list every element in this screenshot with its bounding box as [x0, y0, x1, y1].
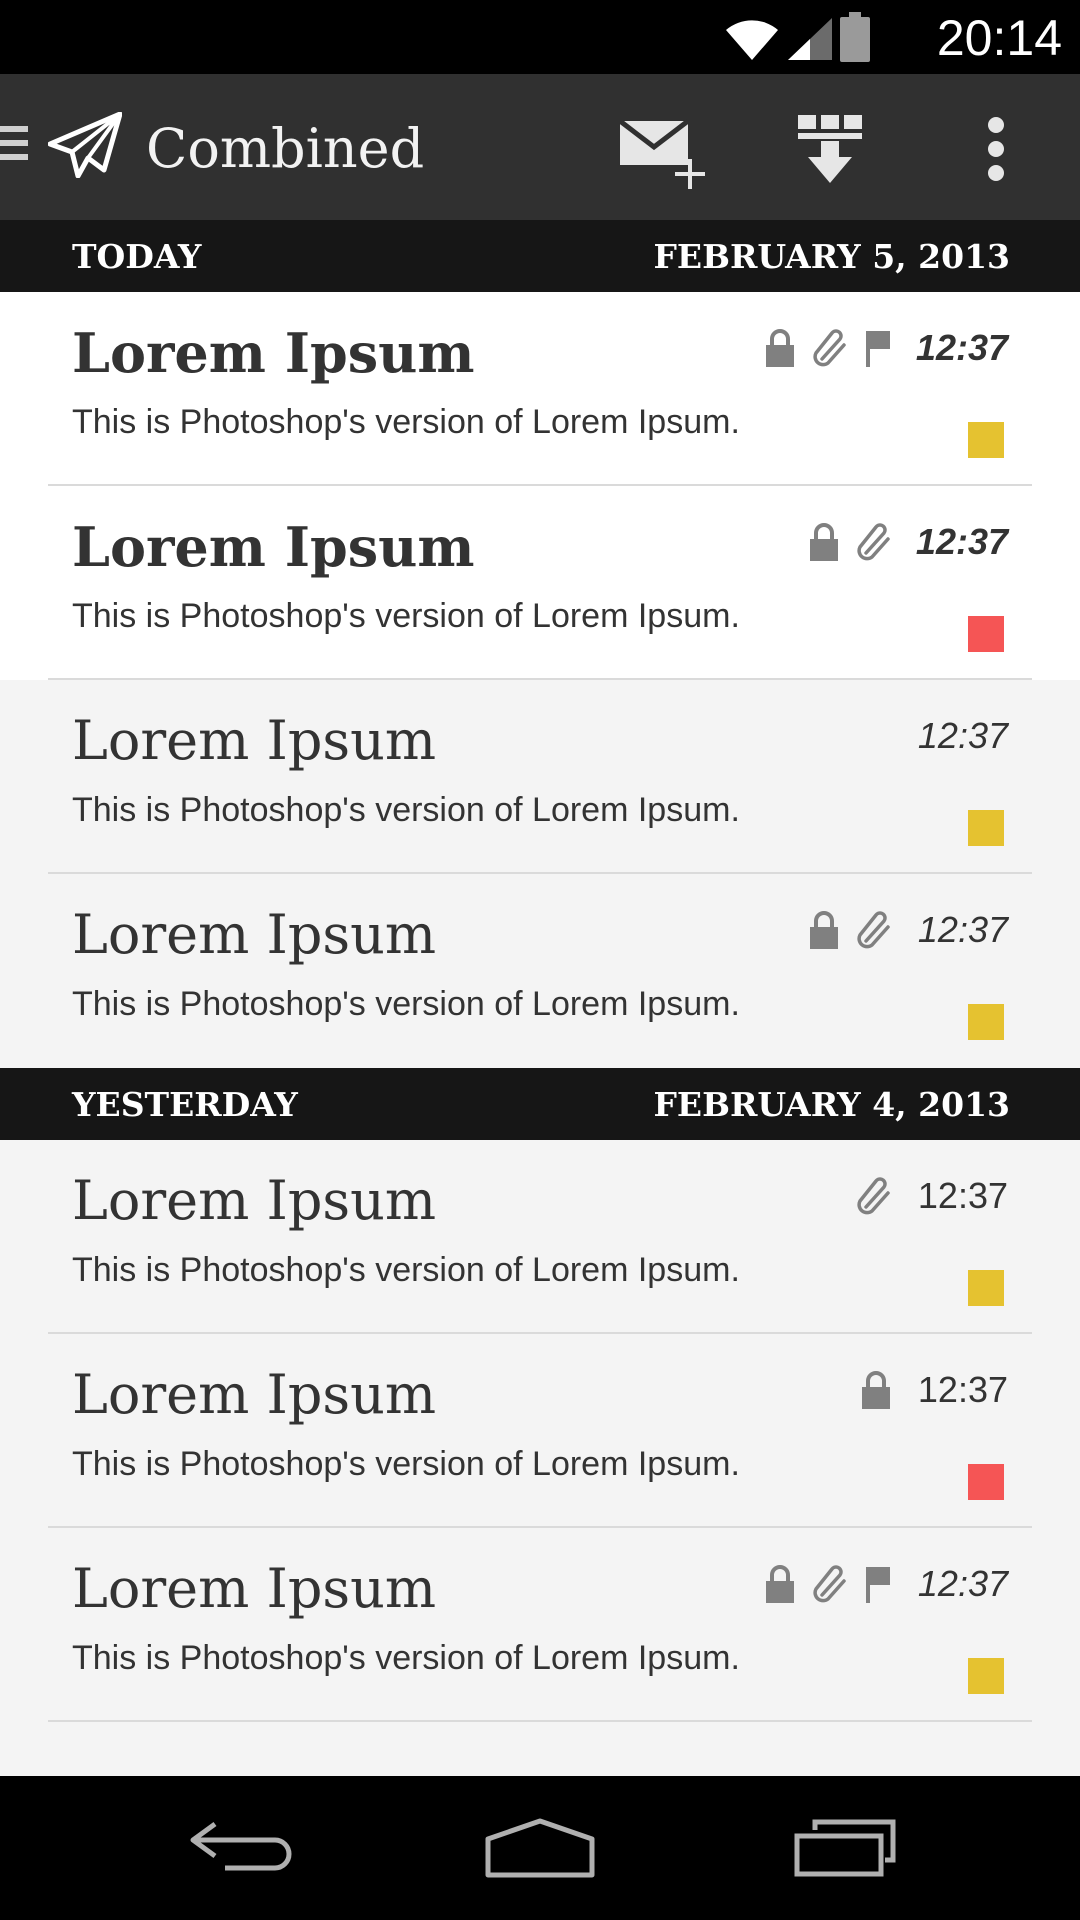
- message-subject: Lorem Ipsum: [72, 515, 475, 579]
- recents-icon: [794, 1819, 896, 1877]
- lock-icon: [766, 329, 794, 367]
- back-icon: [190, 1821, 292, 1871]
- message-item[interactable]: Lorem Ipsum This is Photoshop's version …: [0, 486, 1080, 680]
- drawer-indicator-icon[interactable]: [0, 126, 28, 168]
- message-icons: [764, 328, 892, 368]
- message-item[interactable]: Lorem Ipsum This is Photoshop's version …: [0, 292, 1080, 486]
- status-time: 20:14: [936, 10, 1062, 66]
- flag-icon: [866, 1567, 890, 1603]
- message-preview: This is Photoshop's version of Lorem Ips…: [72, 1251, 740, 1289]
- section-date: FEBRUARY 5, 2013: [653, 237, 1010, 276]
- message-item[interactable]: Lorem Ipsum This is Photoshop's version …: [0, 680, 1080, 874]
- section-header-yesterday: YESTERDAY FEBRUARY 4, 2013: [0, 1068, 1080, 1140]
- back-button[interactable]: [170, 1812, 310, 1884]
- paperclip-icon: [813, 329, 846, 367]
- color-tag: [968, 1004, 1004, 1040]
- status-icons: [724, 10, 870, 62]
- message-preview: This is Photoshop's version of Lorem Ips…: [72, 791, 740, 829]
- color-tag: [968, 616, 1004, 652]
- message-icons: [808, 522, 892, 562]
- message-icons: [860, 1370, 892, 1410]
- section-header-today: TODAY FEBRUARY 5, 2013: [0, 220, 1080, 292]
- navigation-bar: [0, 1776, 1080, 1920]
- paper-plane-icon[interactable]: [48, 112, 122, 178]
- color-tag: [968, 810, 1004, 846]
- home-button[interactable]: [470, 1812, 610, 1884]
- page-title: Combined: [146, 117, 425, 180]
- download-icon: [798, 115, 862, 183]
- section-date: FEBRUARY 4, 2013: [653, 1085, 1010, 1124]
- message-preview: This is Photoshop's version of Lorem Ips…: [72, 597, 740, 635]
- message-item[interactable]: Lorem Ipsum This is Photoshop's version …: [0, 1528, 1080, 1722]
- message-time: 12:37: [917, 1563, 1008, 1604]
- home-icon: [485, 1818, 595, 1878]
- message-preview: This is Photoshop's version of Lorem Ips…: [72, 1639, 740, 1677]
- message-subject: Lorem Ipsum: [72, 1363, 437, 1426]
- message-subject: Lorem Ipsum: [72, 1557, 437, 1620]
- message-subject: Lorem Ipsum: [72, 903, 437, 966]
- color-tag: [968, 422, 1004, 458]
- message-time: 12:37: [917, 909, 1008, 950]
- message-icons: [808, 910, 892, 950]
- message-icons: [764, 1564, 892, 1604]
- paperclip-icon: [857, 911, 890, 949]
- recents-button[interactable]: [775, 1812, 915, 1884]
- message-time: 12:37: [915, 521, 1008, 562]
- lock-icon: [862, 1371, 890, 1409]
- message-time: 12:37: [917, 1175, 1008, 1216]
- color-tag: [968, 1464, 1004, 1500]
- message-preview: This is Photoshop's version of Lorem Ips…: [72, 403, 740, 441]
- message-item[interactable]: Lorem Ipsum This is Photoshop's version …: [0, 1334, 1080, 1528]
- section-label: TODAY: [72, 237, 202, 276]
- message-item[interactable]: Lorem Ipsum This is Photoshop's version …: [0, 874, 1080, 1068]
- download-button[interactable]: [778, 104, 882, 194]
- paperclip-icon: [813, 1565, 846, 1603]
- flag-icon: [866, 331, 890, 367]
- message-preview: This is Photoshop's version of Lorem Ips…: [72, 985, 740, 1023]
- paperclip-icon: [857, 1177, 890, 1215]
- paperclip-icon: [857, 523, 890, 561]
- lock-icon: [766, 1565, 794, 1603]
- message-subject: Lorem Ipsum: [72, 321, 475, 385]
- section-label: YESTERDAY: [72, 1085, 298, 1124]
- color-tag: [968, 1658, 1004, 1694]
- message-time: 12:37: [917, 715, 1008, 756]
- wifi-icon: [726, 20, 778, 60]
- message-icons: [856, 1176, 892, 1216]
- color-tag: [968, 1270, 1004, 1306]
- overflow-menu-button[interactable]: [958, 104, 1034, 194]
- cell-signal-icon: [788, 18, 832, 60]
- message-preview: This is Photoshop's version of Lorem Ips…: [72, 1445, 740, 1483]
- lock-icon: [810, 911, 838, 949]
- message-subject: Lorem Ipsum: [72, 709, 437, 772]
- compose-button[interactable]: [606, 104, 716, 194]
- action-bar: Combined: [0, 74, 1080, 220]
- message-time: 12:37: [917, 1369, 1008, 1410]
- status-bar: 20:14: [0, 0, 1080, 74]
- message-item-partial[interactable]: [0, 1722, 1080, 1776]
- message-list[interactable]: TODAY FEBRUARY 5, 2013 Lorem Ipsum This …: [0, 220, 1080, 1776]
- message-subject: Lorem Ipsum: [72, 1169, 437, 1232]
- lock-icon: [810, 523, 838, 561]
- message-item[interactable]: Lorem Ipsum This is Photoshop's version …: [0, 1140, 1080, 1334]
- compose-icon: [618, 119, 705, 189]
- battery-icon: [840, 12, 870, 62]
- overflow-menu-icon: [988, 117, 1004, 181]
- message-time: 12:37: [915, 327, 1008, 368]
